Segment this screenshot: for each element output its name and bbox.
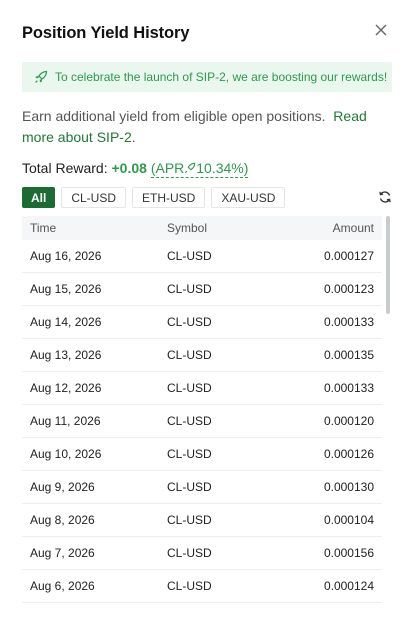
refresh-icon[interactable]: [378, 190, 392, 204]
cell-symbol: CL-USD: [167, 348, 212, 362]
cell-amount: 0.000130: [323, 480, 374, 494]
table-scrollbar[interactable]: [386, 216, 390, 314]
cell-time: Aug 16, 2026: [30, 249, 102, 263]
reward-label: Total Reward:: [22, 160, 108, 176]
cell-amount: 0.000133: [323, 381, 374, 395]
cell-amount: 0.000123: [323, 282, 374, 296]
cell-time: Aug 14, 2026: [30, 315, 102, 329]
table-body: Aug 16, 2026 CL-USD 0.000127 Aug 15, 2026 CL…: [22, 240, 382, 603]
filter-eth-usd[interactable]: ETH-USD: [132, 187, 206, 208]
cell-symbol: CL-USD: [167, 513, 212, 527]
table-row: Aug 16, 2026 CL-USD 0.000127: [22, 240, 382, 273]
cell-symbol: CL-USD: [167, 315, 212, 329]
cell-symbol: CL-USD: [167, 546, 212, 560]
position-yield-history-panel: Position Yield History To celebrate the …: [0, 0, 412, 619]
cell-time: Aug 12, 2026: [30, 381, 102, 395]
filter-xau-usd[interactable]: XAU-USD: [211, 187, 286, 208]
cell-time: Aug 11, 2026: [30, 414, 101, 428]
column-amount: Amount: [332, 221, 374, 235]
cell-time: Aug 15, 2026: [30, 282, 102, 296]
filter-cl-usd[interactable]: CL-USD: [61, 187, 127, 208]
cell-time: Aug 9, 2026: [30, 480, 95, 494]
total-reward: Total Reward: +0.08 (APR 10.34%): [22, 160, 249, 178]
cell-amount: 0.000126: [323, 447, 374, 461]
cell-symbol: CL-USD: [167, 381, 212, 395]
description-suffix: .: [131, 129, 136, 145]
table-row: Aug 10, 2026 CL-USD 0.000126: [22, 438, 382, 471]
cell-amount: 0.000133: [323, 315, 374, 329]
cell-time: Aug 7, 2026: [30, 546, 95, 560]
filter-all[interactable]: All: [22, 187, 56, 208]
cell-symbol: CL-USD: [167, 282, 212, 296]
panel-title: Position Yield History: [22, 24, 190, 42]
table-row: Aug 7, 2026 CL-USD 0.000156: [22, 537, 382, 570]
table-row: Aug 12, 2026 CL-USD 0.000133: [22, 372, 382, 405]
rocket-icon: [34, 70, 48, 84]
table-row: Aug 6, 2026 CL-USD 0.000124: [22, 570, 382, 603]
apr-value: 10.34%): [196, 160, 249, 176]
close-icon[interactable]: [372, 21, 390, 39]
cell-time: Aug 10, 2026: [30, 447, 102, 461]
cell-amount: 0.000135: [323, 348, 374, 362]
cell-symbol: CL-USD: [167, 414, 212, 428]
promo-banner: To celebrate the launch of SIP-2, we are…: [22, 62, 392, 92]
cell-symbol: CL-USD: [167, 480, 212, 494]
column-symbol: Symbol: [167, 221, 208, 235]
description: Earn additional yield from eligible open…: [22, 106, 390, 148]
apr-prefix: (APR: [150, 160, 185, 176]
cell-amount: 0.000156: [323, 546, 374, 560]
table-row: Aug 9, 2026 CL-USD 0.000130: [22, 471, 382, 504]
table-row: Aug 11, 2026 CL-USD 0.000120: [22, 405, 382, 438]
cell-time: Aug 6, 2026: [30, 579, 95, 593]
apr-badge[interactable]: (APR 10.34%): [150, 160, 249, 178]
table-row: Aug 13, 2026 CL-USD 0.000135: [22, 339, 382, 372]
description-text: Earn additional yield from eligible open…: [22, 108, 326, 124]
cell-amount: 0.000104: [323, 513, 374, 527]
rocket-icon: [185, 162, 196, 174]
cell-amount: 0.000120: [323, 414, 374, 428]
panel-header: Position Yield History: [22, 24, 396, 46]
table-header: Time Symbol Amount: [22, 216, 382, 240]
reward-amount: +0.08: [111, 160, 147, 176]
table-row: Aug 8, 2026 CL-USD 0.000104: [22, 504, 382, 537]
table-row: Aug 14, 2026 CL-USD 0.000133: [22, 306, 382, 339]
cell-symbol: CL-USD: [167, 447, 212, 461]
symbol-filter-tabs: All CL-USD ETH-USD XAU-USD: [22, 187, 286, 208]
cell-time: Aug 8, 2026: [30, 513, 95, 527]
cell-amount: 0.000124: [323, 579, 374, 593]
cell-amount: 0.000127: [323, 249, 374, 263]
cell-symbol: CL-USD: [167, 249, 212, 263]
yield-history-table: Time Symbol Amount Aug 16, 2026 CL-USD 0.0…: [22, 216, 382, 603]
column-time: Time: [30, 221, 57, 235]
banner-text: To celebrate the launch of SIP-2, we are…: [55, 70, 388, 84]
cell-symbol: CL-USD: [167, 579, 212, 593]
cell-time: Aug 13, 2026: [30, 348, 102, 362]
table-row: Aug 15, 2026 CL-USD 0.000123: [22, 273, 382, 306]
